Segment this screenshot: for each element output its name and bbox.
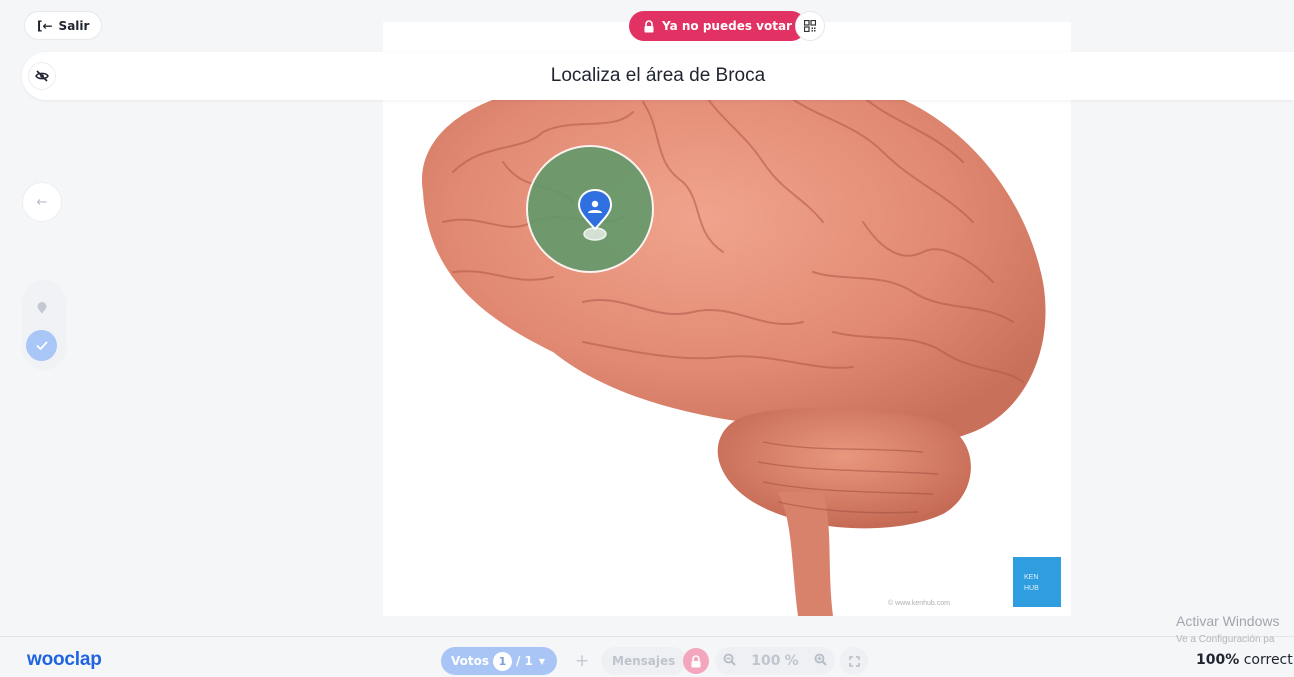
svg-text:KEN: KEN (1024, 574, 1038, 581)
question-image[interactable]: © www.kenhub.com KEN HUB (383, 22, 1071, 616)
add-button[interactable]: + (568, 647, 596, 675)
qr-code-button[interactable] (795, 11, 825, 41)
plus-icon: + (574, 651, 590, 671)
correct-percent-value: 100% (1196, 652, 1240, 668)
chevron-down-icon: ▼ (538, 656, 546, 666)
correct-word: correct (1243, 652, 1293, 668)
qr-code-icon (804, 20, 816, 32)
zoom-unit: % (784, 653, 799, 669)
votes-count: 1 (493, 651, 512, 671)
correct-percentage: 100% correct (1196, 652, 1293, 668)
fullscreen-icon (848, 655, 860, 667)
question-bar: Localiza el área de Broca (22, 52, 1294, 100)
exit-button[interactable]: [← Salir (24, 11, 103, 40)
zoom-out-icon (723, 653, 736, 666)
zoom-out-button[interactable] (723, 653, 736, 670)
brain-illustration: © www.kenhub.com KEN HUB (421, 65, 1061, 616)
votes-label: Votos (451, 654, 489, 668)
lock-icon (644, 19, 654, 32)
app-root: © www.kenhub.com KEN HUB [← Salir Ya no … (0, 0, 1294, 677)
zoom-controls: 100 % (715, 647, 835, 675)
eye-off-icon (35, 70, 49, 82)
previous-question-button[interactable]: ← (22, 182, 62, 222)
pin-tool-button[interactable] (29, 295, 55, 321)
check-icon (36, 341, 47, 350)
windows-activation-title: Activar Windows (1176, 613, 1280, 629)
wooclap-logo: wooclap (27, 649, 102, 670)
hide-question-button[interactable] (28, 62, 56, 90)
arrow-left-icon: ← (36, 194, 48, 210)
svg-text:© www.kenhub.com: © www.kenhub.com (888, 599, 950, 607)
map-pin-icon (37, 302, 47, 314)
exit-label: Salir (58, 18, 90, 33)
messages-label: Mensajes (612, 654, 676, 668)
votes-total: / 1 (516, 654, 533, 668)
windows-activation-subtitle: Ve a Configuración pa (1176, 634, 1275, 645)
lock-icon (691, 654, 701, 667)
voting-closed-badge: Ya no puedes votar (629, 11, 806, 41)
zoom-value: 100 (751, 653, 781, 669)
fullscreen-button[interactable] (840, 647, 868, 675)
answer-pin-icon (577, 188, 613, 241)
exit-icon: [← (37, 18, 53, 33)
voting-closed-label: Ya no puedes votar (662, 19, 792, 33)
votes-selector[interactable]: Votos 1 / 1 ▼ (441, 647, 557, 675)
question-title: Localiza el área de Broca (550, 65, 766, 86)
svg-text:HUB: HUB (1024, 585, 1039, 592)
validate-button[interactable] (26, 330, 57, 361)
messages-lock-button[interactable] (683, 648, 709, 674)
zoom-in-button[interactable] (814, 653, 827, 670)
zoom-in-icon (814, 653, 827, 666)
messages-button[interactable]: Mensajes (601, 647, 687, 675)
